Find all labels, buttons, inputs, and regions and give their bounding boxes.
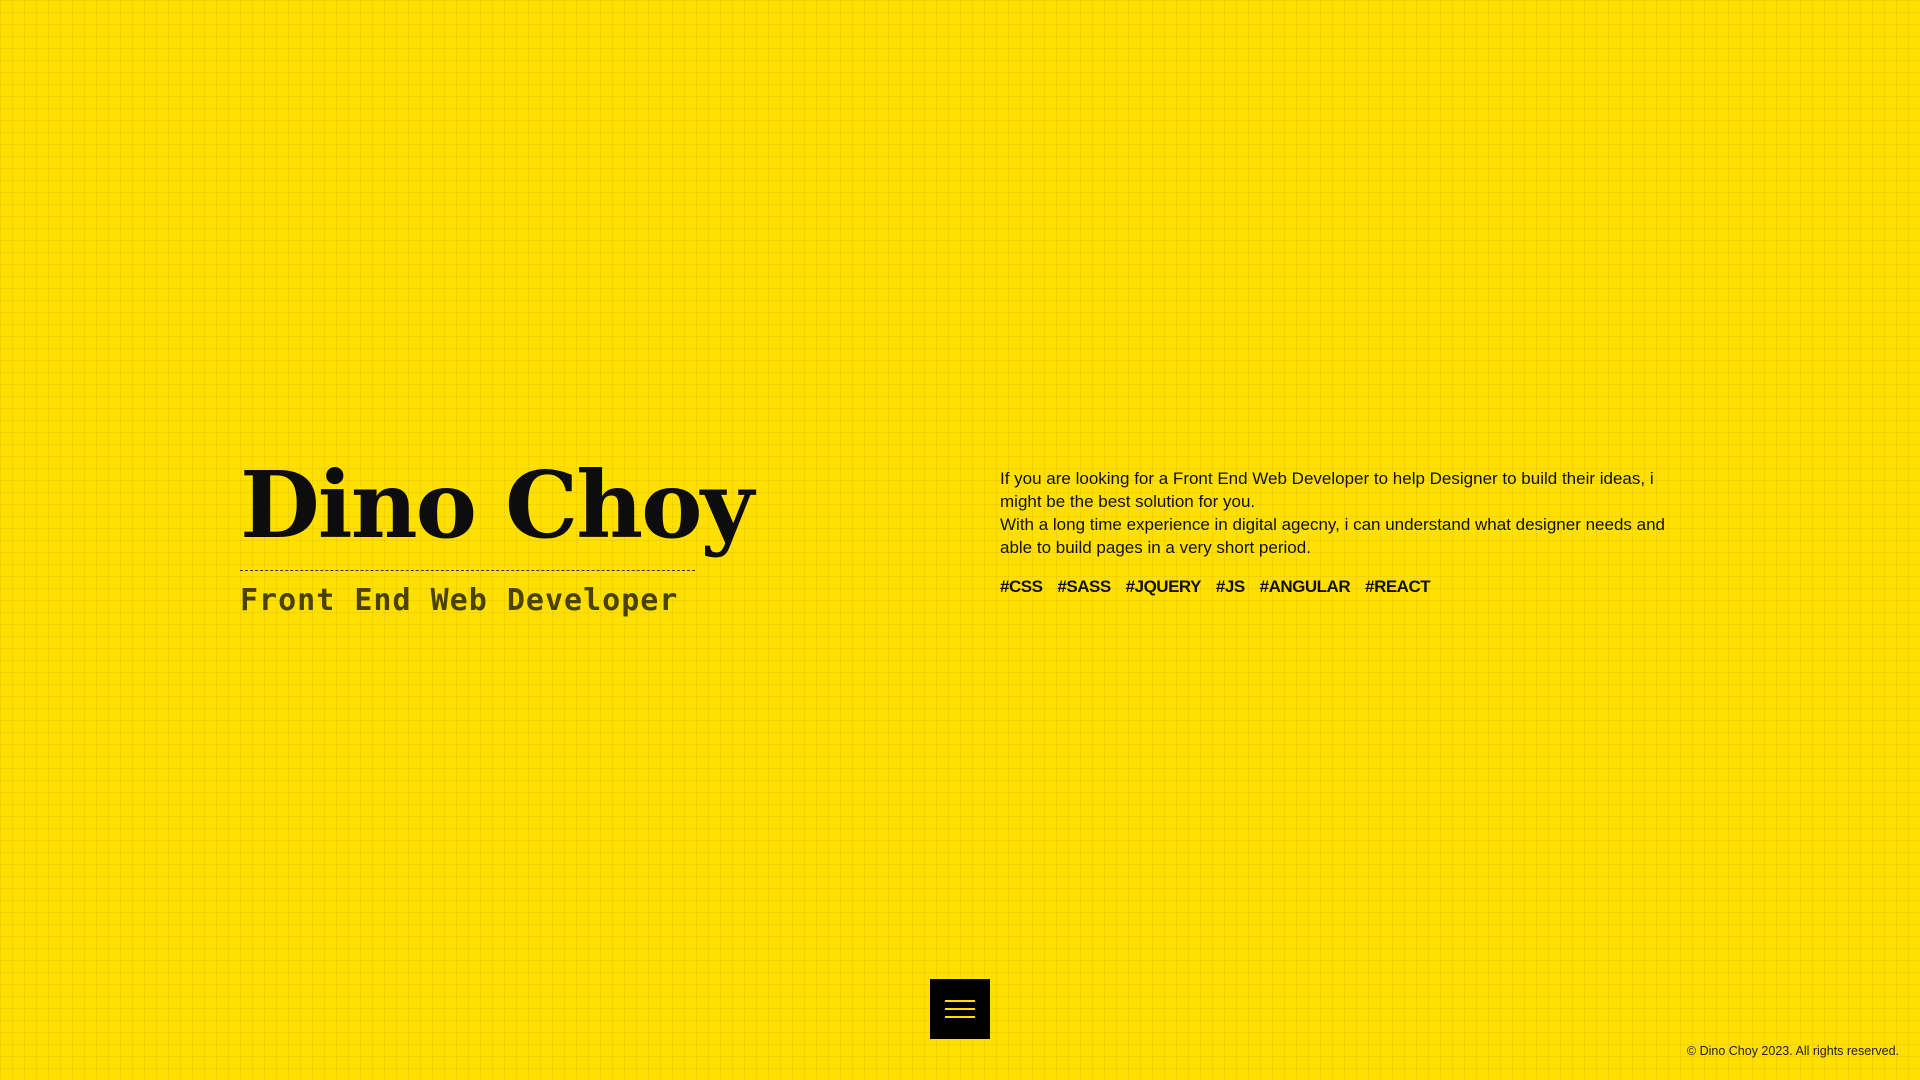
about-paragraph-2: With a long time experience in digital a… [1000, 515, 1665, 557]
hamburger-menu-icon [945, 1016, 975, 1018]
skill-tags: #CSS #SASS #JQUERY #JS #ANGULAR #REACT [1000, 575, 1670, 598]
tag-react: #REACT [1365, 577, 1431, 596]
about-paragraph-1: If you are looking for a Front End Web D… [1000, 469, 1654, 511]
about-section: If you are looking for a Front End Web D… [1000, 467, 1670, 598]
hamburger-menu-icon [945, 1008, 975, 1010]
tag-js: #JS [1215, 577, 1245, 596]
job-title: Front End Web Developer [240, 583, 679, 619]
copyright-notice: © Dino Choy 2023. All rights reserved. [1686, 1044, 1899, 1058]
menu-button[interactable] [930, 979, 990, 1039]
developer-name: Dino Choy [240, 451, 754, 559]
tag-angular: #ANGULAR [1259, 577, 1351, 596]
tag-jquery: #JQUERY [1125, 577, 1202, 596]
tag-css: #CSS [1000, 577, 1043, 596]
hamburger-menu-icon [945, 1000, 975, 1002]
dashed-divider [240, 570, 695, 572]
tag-sass: #SASS [1057, 577, 1111, 596]
intro-section: Dino Choy Front End Web Developer [240, 451, 754, 619]
